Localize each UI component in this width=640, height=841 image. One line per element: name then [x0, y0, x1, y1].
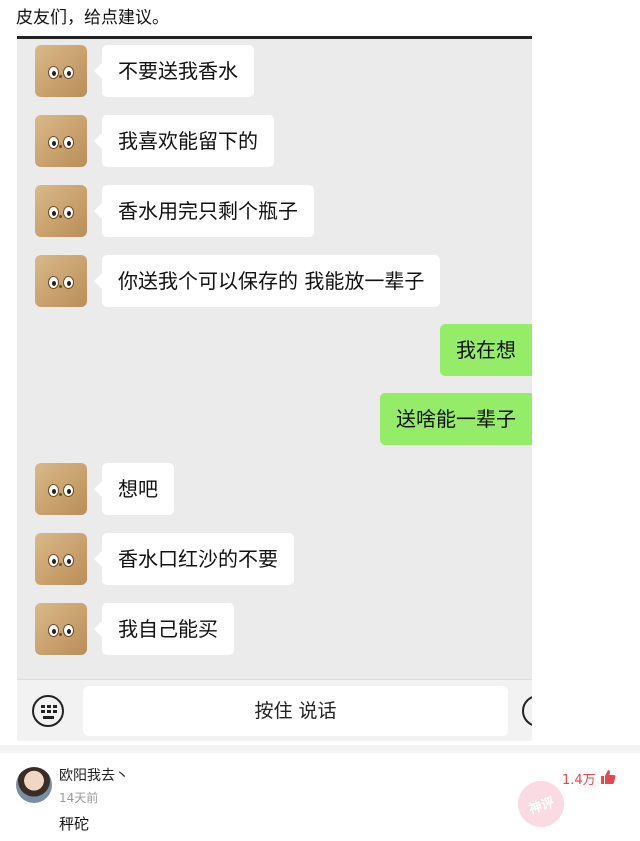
- contact-avatar[interactable]: [35, 255, 87, 307]
- comment-time: 14天前: [59, 791, 99, 805]
- incoming-message-bubble[interactable]: 我自己能买: [94, 603, 234, 655]
- commenter-avatar[interactable]: [16, 767, 52, 803]
- incoming-message-bubble[interactable]: 香水口红沙的不要: [94, 533, 294, 585]
- incoming-message-bubble[interactable]: 想吧: [94, 463, 174, 515]
- chat-screenshot: 不要送我香水 我喜欢能留下的 香水用完只剩个瓶子 你送我个可以保存的 我能放一辈…: [17, 36, 532, 741]
- incoming-message-bubble[interactable]: 你送我个可以保存的 我能放一辈子: [93, 255, 441, 307]
- divider: [0, 745, 640, 753]
- contact-avatar[interactable]: [35, 603, 87, 655]
- commenter-name[interactable]: 欧阳我去丶: [59, 765, 129, 785]
- incoming-message-bubble[interactable]: 我喜欢能留下的: [94, 115, 274, 167]
- contact-avatar[interactable]: [35, 45, 87, 97]
- contact-avatar[interactable]: [35, 533, 87, 585]
- like-count: 1.4万: [562, 773, 596, 788]
- thumbs-up-icon[interactable]: [600, 769, 616, 785]
- chat-area: 不要送我香水 我喜欢能留下的 香水用完只剩个瓶子 你送我个可以保存的 我能放一辈…: [17, 39, 532, 679]
- post-title: 皮友们，给点建议。: [16, 8, 169, 28]
- contact-avatar[interactable]: [35, 463, 87, 515]
- emoji-icon[interactable]: [522, 695, 532, 727]
- comment: 欧阳我去丶 14天前 秤砣 1.4万 神评: [0, 753, 640, 841]
- hold-to-talk-button[interactable]: 按住 说话: [83, 686, 508, 736]
- keyboard-icon[interactable]: [32, 695, 64, 727]
- outgoing-message-bubble[interactable]: 我在想: [440, 324, 532, 376]
- incoming-message-bubble[interactable]: 不要送我香水: [94, 45, 254, 97]
- chat-input-bar: 按住 说话: [17, 679, 532, 741]
- comment-text: 秤砣: [59, 815, 90, 833]
- contact-avatar[interactable]: [35, 185, 87, 237]
- outgoing-message-bubble[interactable]: 送啥能一辈子: [380, 393, 532, 445]
- contact-avatar[interactable]: [35, 115, 87, 167]
- incoming-message-bubble[interactable]: 香水用完只剩个瓶子: [94, 185, 314, 237]
